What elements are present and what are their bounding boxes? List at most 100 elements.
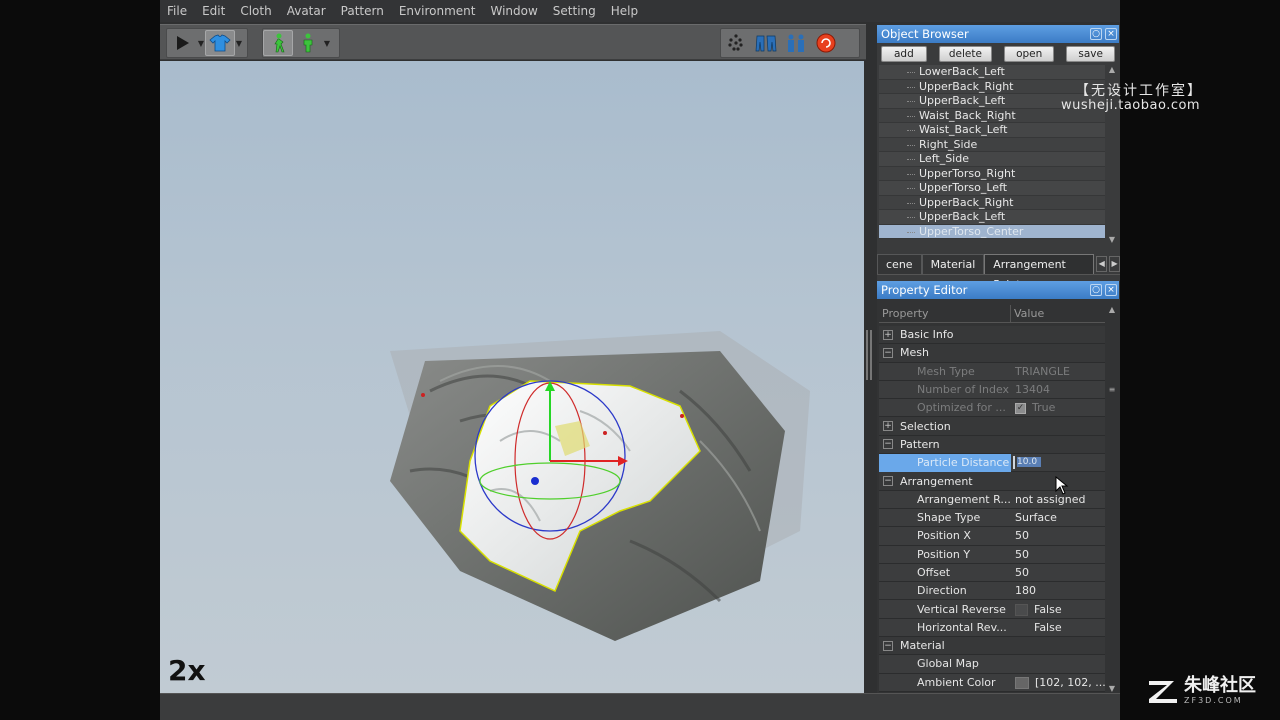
checkbox-unchecked-icon[interactable]	[1015, 603, 1028, 616]
scroll-down-icon[interactable]: ▼	[1107, 235, 1117, 245]
expand-plus-icon[interactable]: +	[883, 329, 893, 340]
tab-prev-icon[interactable]: ◀	[1096, 255, 1108, 272]
checkbox-checked-icon[interactable]: ✓	[1015, 402, 1026, 414]
prop-ambient-color[interactable]: Ambient Color [102, 102, ...	[879, 673, 1105, 692]
property-editor-scrollbar[interactable]: ▲ ≡ ▼	[1107, 305, 1117, 693]
prop-arrangement-ref[interactable]: Arrangement R... not assigned	[879, 490, 1105, 509]
tab-scene[interactable]: cene	[877, 254, 922, 274]
scroll-down-icon[interactable]: ▼	[1107, 684, 1117, 693]
section-material[interactable]: − Material	[879, 637, 1105, 656]
scroll-up-icon[interactable]: ▲	[1107, 305, 1117, 314]
avatar-pair-button[interactable]	[781, 30, 811, 56]
prop-vertical-reverse[interactable]: Vertical Reverse False	[879, 600, 1105, 619]
collapse-minus-icon[interactable]: −	[883, 347, 893, 358]
panel-float-icon[interactable]: ○	[1090, 28, 1102, 40]
3d-viewport[interactable]: 2x	[160, 61, 864, 693]
tree-item[interactable]: LowerBack_Left	[879, 65, 1105, 80]
avatar-pose-button[interactable]	[293, 30, 323, 56]
avatar-walk-button[interactable]	[263, 30, 293, 56]
menu-setting[interactable]: Setting	[546, 0, 604, 22]
column-header-property[interactable]: Property	[879, 305, 1011, 322]
checkbox-unchecked-icon[interactable]	[1015, 622, 1028, 634]
menu-cloth[interactable]: Cloth	[233, 0, 279, 22]
tree-item[interactable]: UpperTorso_Left	[879, 181, 1105, 196]
section-mesh[interactable]: − Mesh	[879, 344, 1105, 363]
add-button[interactable]: add	[881, 46, 927, 62]
prop-number-of-index[interactable]: Number of Index 13404	[879, 380, 1105, 400]
prop-direction[interactable]: Direction 180	[879, 582, 1105, 601]
prop-value: 180	[1015, 584, 1036, 598]
particle-distance-input[interactable]: 10.0	[1013, 456, 1041, 470]
property-editor-panel: Property Editor ○ × Property Value + Basi…	[877, 281, 1120, 693]
prop-value: 50	[1015, 566, 1029, 579]
menu-help[interactable]: Help	[604, 0, 646, 22]
panel-close-icon[interactable]: ×	[1105, 284, 1117, 296]
scene-render	[390, 331, 810, 641]
prop-horizontal-reverse[interactable]: Horizontal Rev... False	[879, 618, 1105, 638]
prop-position-x[interactable]: Position X 50	[879, 527, 1105, 546]
prop-particle-distance[interactable]: Particle Distance 10.0	[879, 453, 1105, 473]
tree-item[interactable]: UpperBack_Right	[879, 79, 1105, 94]
tree-item[interactable]: UpperBack_Left	[879, 210, 1105, 225]
prop-shape-type[interactable]: Shape Type Surface	[879, 508, 1105, 528]
menu-avatar[interactable]: Avatar	[280, 0, 334, 22]
prop-offset[interactable]: Offset 50	[879, 563, 1105, 583]
tab-arrangement-point[interactable]: Arrangement Point	[984, 254, 1095, 291]
brand-name-en: ZF3D.COM	[1184, 696, 1243, 705]
menu-environment[interactable]: Environment	[392, 0, 484, 22]
walking-figure-icon	[274, 33, 285, 53]
panel-float-icon[interactable]: ○	[1090, 284, 1102, 296]
panel-close-icon[interactable]: ×	[1105, 28, 1117, 40]
prop-global-map[interactable]: Global Map	[879, 655, 1105, 674]
scroll-up-icon[interactable]: ▲	[1107, 65, 1117, 75]
play-dropdown-arrow[interactable]: ▼	[197, 30, 205, 56]
tree-item-selected[interactable]: UpperTorso_Center	[879, 224, 1105, 239]
color-swatch[interactable]	[1015, 676, 1029, 689]
tab-material[interactable]: Material	[921, 254, 985, 274]
tree-item[interactable]: UpperTorso_Right	[879, 166, 1105, 181]
tree-item[interactable]: UpperBack_Right	[879, 195, 1105, 210]
expand-plus-icon[interactable]: +	[883, 421, 893, 432]
object-tree-list: LowerBack_Left UpperBack_Right UpperBack…	[879, 65, 1105, 241]
menu-file[interactable]: File	[160, 0, 195, 22]
prop-optimized[interactable]: Optimized for ... ✓ True	[879, 399, 1105, 418]
menu-edit[interactable]: Edit	[195, 0, 233, 22]
simulation-stop-button[interactable]	[811, 30, 841, 56]
gizmo-center	[531, 477, 539, 485]
menu-pattern[interactable]: Pattern	[334, 0, 392, 22]
prop-position-y[interactable]: Position Y 50	[879, 545, 1105, 564]
watermark-brand: 朱峰社区 ZF3D.COM	[1146, 676, 1256, 705]
object-browser-buttons: add delete open save	[881, 46, 1115, 62]
garment-dropdown-arrow[interactable]: ▼	[235, 30, 243, 56]
section-arrangement[interactable]: − Arrangement	[879, 472, 1105, 491]
scroll-grip-icon[interactable]: ≡	[1107, 385, 1117, 394]
section-pattern[interactable]: − Pattern	[879, 435, 1105, 455]
prop-mesh-type[interactable]: Mesh Type TRIANGLE	[879, 362, 1105, 381]
collapse-minus-icon[interactable]: −	[883, 439, 893, 450]
garment-mode-button[interactable]	[205, 30, 235, 56]
section-basic-info[interactable]: + Basic Info	[879, 326, 1105, 345]
open-button[interactable]: open	[1004, 46, 1055, 62]
avatar-dropdown-arrow[interactable]: ▼	[323, 30, 331, 56]
collapse-minus-icon[interactable]: −	[883, 640, 893, 651]
play-icon	[177, 36, 189, 50]
tree-item[interactable]: Left_Side	[879, 152, 1105, 167]
prop-key: Number of Index	[917, 383, 1010, 397]
panel-splitter-handle[interactable]	[866, 330, 872, 380]
collapse-minus-icon[interactable]: −	[883, 476, 893, 487]
prop-key: Ambient Color	[917, 675, 996, 689]
tree-item[interactable]: Waist_Back_Left	[879, 123, 1105, 138]
menu-window[interactable]: Window	[483, 0, 545, 22]
watermark-url: wusheji.taobao.com	[1061, 98, 1201, 113]
toolbar-group-right	[720, 28, 860, 58]
tree-item[interactable]: Right_Side	[879, 137, 1105, 152]
play-button[interactable]	[167, 30, 197, 56]
section-selection[interactable]: + Selection	[879, 417, 1105, 436]
delete-button[interactable]: delete	[938, 46, 992, 62]
tab-next-icon[interactable]: ▶	[1109, 255, 1120, 272]
points-button[interactable]	[721, 30, 751, 56]
column-header-value[interactable]: Value	[1011, 305, 1044, 322]
save-button[interactable]: save	[1066, 46, 1115, 62]
pants-button[interactable]	[751, 30, 781, 56]
tshirt-icon	[209, 34, 231, 52]
